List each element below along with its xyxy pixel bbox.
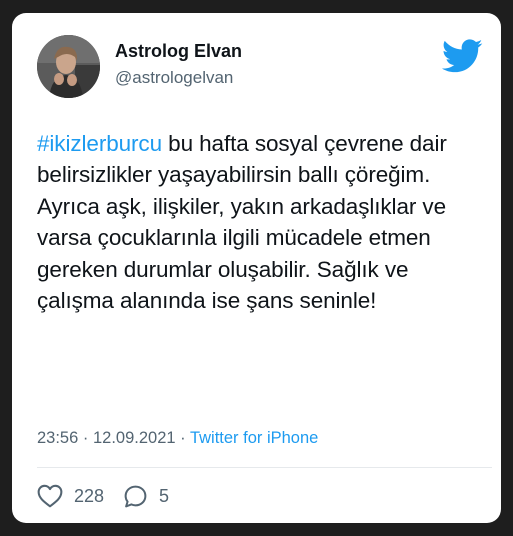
meta-separator: · [175,429,190,447]
like-count: 228 [74,485,105,506]
tweet-source-link[interactable]: Twitter for iPhone [190,429,318,447]
author-handle[interactable]: @astrologelvan [115,68,233,88]
tweet-meta: 23:56 · 12.09.2021 · Twitter for iPhone [37,429,318,448]
tweet-time[interactable]: 23:56 [37,429,78,447]
tweet-actions: 228 5 [37,483,169,509]
hashtag-link[interactable]: #ikizlerburcu [37,131,162,156]
tweet-text: #ikizlerburcu bu hafta sosyal çevrene da… [37,128,482,316]
avatar[interactable] [37,35,100,98]
avatar-image [37,35,100,98]
divider [37,467,492,468]
tweet-date[interactable]: 12.09.2021 [93,429,176,447]
heart-icon [37,484,63,508]
tweet-card: Astrolog Elvan @astrologelvan #ikizlerbu… [12,13,501,523]
reply-button[interactable]: 5 [123,484,169,509]
author-display-name[interactable]: Astrolog Elvan [115,41,242,62]
meta-separator: · [78,429,93,447]
reply-bubble-icon [123,484,148,509]
like-button[interactable]: 228 [37,484,104,508]
reply-count: 5 [159,485,170,506]
twitter-bird-icon[interactable] [441,39,483,73]
twitter-bird-icon-svg [441,39,483,73]
tweet-body: bu hafta sosyal çevrene dair belirsizlik… [37,131,447,314]
